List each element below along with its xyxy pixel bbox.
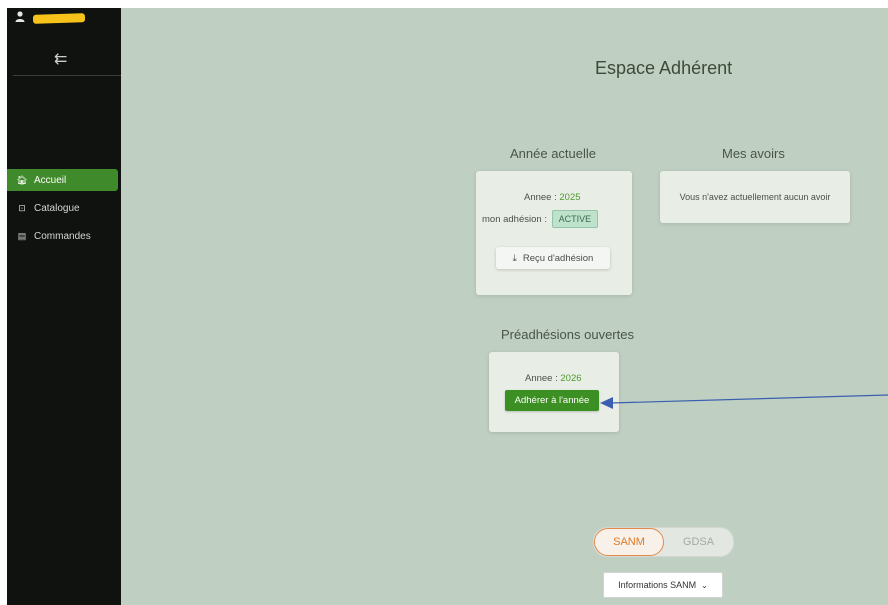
year-value: 2025 [559, 192, 581, 203]
year-value: 2026 [560, 373, 582, 384]
pre-membership-year-row: Annee : 2026 [525, 373, 582, 384]
pre-membership-heading: Préadhésions ouvertes [501, 327, 634, 342]
sidebar-item-commandes[interactable]: ▤ Commandes [7, 225, 118, 247]
sidebar-divider [13, 75, 121, 76]
current-year-card: Annee : 2025 mon adhésion : ACTIVE ⤓ Reç… [476, 171, 632, 295]
receipt-icon: ▤ [17, 230, 27, 241]
organization-toggle: SANM GDSA [593, 527, 734, 557]
user-name-redacted [32, 13, 86, 24]
sidebar-item-accueil[interactable]: 🏠︎ Accueil [7, 169, 118, 191]
informations-dropdown[interactable]: Informations SANM ⌄ [603, 572, 723, 598]
collapse-sidebar-icon[interactable]: ⇇ [54, 52, 67, 68]
sidebar-item-label: Catalogue [34, 202, 80, 214]
credits-heading: Mes avoirs [722, 146, 785, 161]
current-year-row: Annee : 2025 [524, 192, 581, 203]
credits-empty-text: Vous n'avez actuellement aucun avoir [679, 192, 831, 202]
chevron-down-icon: ⌄ [701, 580, 708, 590]
credits-card: Vous n'avez actuellement aucun avoir [660, 171, 850, 223]
join-year-button[interactable]: Adhérer à l'année [505, 390, 599, 411]
sidebar-item-label: Accueil [34, 174, 67, 186]
user-icon [15, 11, 25, 22]
receipt-button-label: Reçu d'adhésion [522, 252, 594, 264]
membership-label: mon adhésion : [482, 214, 547, 225]
tag-icon: ⊡ [18, 202, 26, 213]
main-content: Espace Adhérent Année actuelle Annee : 2… [121, 8, 888, 605]
toggle-option-gdsa[interactable]: GDSA [664, 528, 733, 556]
membership-row: mon adhésion : ACTIVE [482, 210, 599, 228]
user-row[interactable] [7, 8, 121, 28]
dropdown-label: Informations SANM [618, 580, 697, 590]
annotation-arrow [600, 394, 888, 409]
home-icon: 🏠︎ [16, 174, 28, 185]
sidebar-item-catalogue[interactable]: ⊡ Catalogue [7, 197, 118, 219]
page-title: Espace Adhérent [595, 58, 733, 78]
year-label: Annee : [525, 373, 558, 384]
toggle-option-sanm[interactable]: SANM [594, 528, 664, 556]
sidebar-item-label: Commandes [34, 230, 91, 242]
download-icon: ⤓ [512, 252, 517, 264]
year-label: Annee : [524, 192, 557, 203]
membership-receipt-button[interactable]: ⤓ Reçu d'adhésion [496, 247, 610, 269]
sidebar: ⇇ 🏠︎ Accueil ⊡ Catalogue ▤ Commandes [7, 8, 121, 605]
current-year-heading: Année actuelle [510, 146, 597, 161]
sidebar-nav: 🏠︎ Accueil ⊡ Catalogue ▤ Commandes [7, 169, 118, 253]
membership-status-badge: ACTIVE [551, 210, 599, 228]
